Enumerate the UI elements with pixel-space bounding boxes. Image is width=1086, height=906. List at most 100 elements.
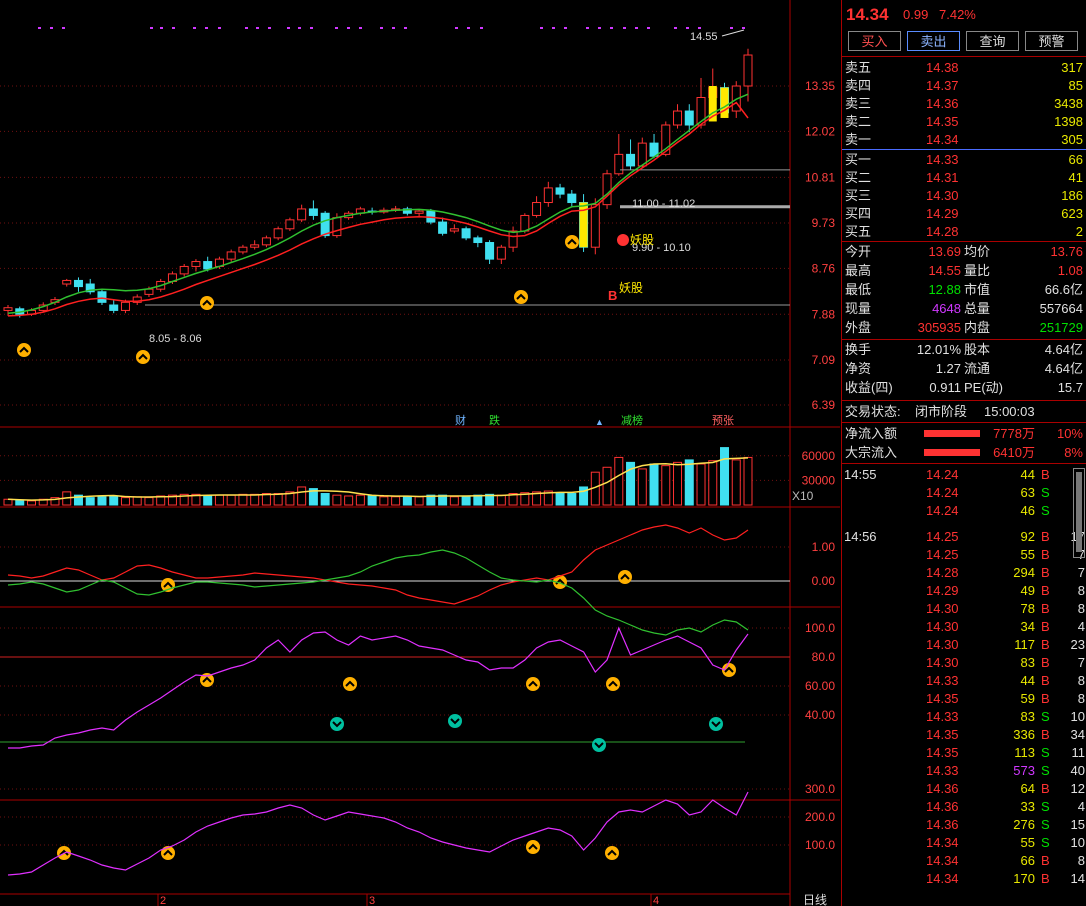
volume-bar[interactable] — [720, 447, 730, 506]
candle-body[interactable] — [473, 237, 483, 244]
bid-row: 买五 14.28 2 — [842, 223, 1086, 241]
volume-bar[interactable] — [344, 495, 354, 506]
sell-marker-icon — [617, 234, 629, 246]
candle-body[interactable] — [555, 187, 565, 195]
volume-bar[interactable] — [649, 463, 659, 506]
volume-bar[interactable] — [602, 466, 612, 506]
stat-value: 305935 — [917, 320, 961, 335]
tick-scrollbar[interactable] — [1073, 468, 1085, 558]
candle-body[interactable] — [532, 202, 542, 216]
candle-body[interactable] — [144, 288, 154, 295]
volume-bar[interactable] — [26, 500, 36, 506]
candle-body[interactable] — [508, 230, 518, 248]
volume-bar[interactable] — [214, 494, 224, 506]
candle-body[interactable] — [684, 110, 694, 126]
candle-body[interactable] — [614, 153, 624, 175]
volume-bar[interactable] — [144, 497, 154, 506]
candle-body[interactable] — [332, 217, 342, 237]
tick-side: B — [1041, 547, 1050, 562]
sell-button[interactable]: 卖出 — [907, 31, 960, 51]
candle-body[interactable] — [179, 265, 189, 275]
volume-bar[interactable] — [696, 463, 706, 506]
volume-bar[interactable] — [731, 459, 741, 506]
volume-bar[interactable] — [332, 494, 342, 506]
volume-bar[interactable] — [379, 496, 389, 506]
volume-bar[interactable] — [391, 496, 401, 506]
volume-bar[interactable] — [120, 497, 130, 506]
volume-bar[interactable] — [473, 494, 483, 506]
volume-bar[interactable] — [238, 493, 248, 506]
volume-bar[interactable] — [555, 492, 565, 506]
candle-body[interactable] — [120, 301, 130, 311]
volume-bar[interactable] — [15, 499, 25, 506]
volume-bar[interactable] — [367, 495, 377, 506]
tick-price: 14.33 — [926, 673, 959, 688]
volume-bar[interactable] — [567, 493, 577, 506]
flow-row: 大宗流入 6410万 8% — [842, 444, 1086, 462]
candle-body[interactable] — [285, 219, 295, 230]
volume-bar[interactable] — [449, 496, 459, 506]
query-button[interactable]: 查询 — [966, 31, 1019, 51]
candle-body[interactable] — [496, 246, 506, 260]
candle-body[interactable] — [543, 187, 553, 204]
stat-row: 今开 13.69 均价 13.76 — [842, 243, 1086, 261]
signal-dot — [256, 27, 259, 29]
candle-body[interactable] — [449, 228, 459, 232]
volume-bar[interactable] — [743, 456, 753, 506]
candlestick-series[interactable] — [3, 48, 753, 506]
candle-body[interactable] — [250, 244, 260, 248]
volume-bar[interactable] — [297, 486, 307, 506]
candle-body[interactable] — [297, 208, 307, 221]
candle-body[interactable] — [191, 261, 201, 267]
tick-price: 14.36 — [926, 799, 959, 814]
candle-body[interactable] — [97, 291, 107, 303]
volume-bar[interactable] — [226, 494, 236, 506]
buy-button[interactable]: 买入 — [848, 31, 901, 51]
candle-body[interactable] — [62, 279, 72, 285]
volume-bar[interactable] — [684, 459, 694, 506]
kline-chart[interactable]: 13.35 12.02 10.81 9.73 8.76 7.88 7.09 6.39 60000… — [0, 0, 840, 906]
volume-bar[interactable] — [402, 495, 412, 506]
candle-body[interactable] — [743, 54, 753, 87]
volume-bar[interactable] — [132, 496, 142, 506]
volume-bar[interactable] — [461, 495, 471, 506]
candle-body[interactable] — [3, 307, 13, 311]
candle-body[interactable] — [226, 251, 236, 260]
volume-bar[interactable] — [661, 465, 671, 506]
volume-bar[interactable] — [708, 460, 718, 506]
volume-bar[interactable] — [203, 495, 213, 506]
volume-bar[interactable] — [273, 493, 283, 506]
volume-bar[interactable] — [637, 468, 647, 506]
chart-overlays: 14.558.05 - 8.0611.00 - 11.029.90 - 10.1… — [7, 27, 790, 876]
volume-bar[interactable] — [85, 497, 95, 506]
candle-body[interactable] — [203, 261, 213, 270]
candle-body[interactable] — [261, 237, 271, 246]
volume-bar[interactable] — [250, 493, 260, 506]
candle-body[interactable] — [320, 212, 330, 237]
volume-bar[interactable] — [97, 496, 107, 506]
candle-body[interactable] — [590, 204, 600, 248]
candle-body[interactable] — [73, 279, 83, 288]
candle-body[interactable] — [567, 193, 577, 204]
candle-body[interactable] — [673, 110, 683, 126]
candle-body[interactable] — [520, 214, 530, 232]
volume-bar[interactable] — [614, 456, 624, 506]
volume-bar[interactable] — [109, 495, 119, 506]
volume-bar[interactable] — [673, 461, 683, 506]
candle-body[interactable] — [414, 210, 424, 214]
candle-body[interactable] — [461, 228, 471, 239]
candle-body[interactable] — [602, 173, 612, 206]
candle-body[interactable] — [238, 246, 248, 253]
candle-body[interactable] — [308, 208, 318, 216]
candle-body[interactable] — [109, 304, 119, 311]
volume-bar[interactable] — [320, 493, 330, 506]
candle-body[interactable] — [485, 242, 495, 260]
candle-body[interactable] — [273, 228, 283, 239]
alert-button[interactable]: 预警 — [1025, 31, 1078, 51]
volume-bar[interactable] — [414, 496, 424, 506]
volume-bar[interactable] — [355, 494, 365, 506]
volume-bar[interactable] — [496, 494, 506, 506]
candle-body[interactable] — [626, 153, 636, 167]
chevron-up-icon — [200, 296, 214, 310]
candle-body[interactable] — [438, 221, 448, 234]
